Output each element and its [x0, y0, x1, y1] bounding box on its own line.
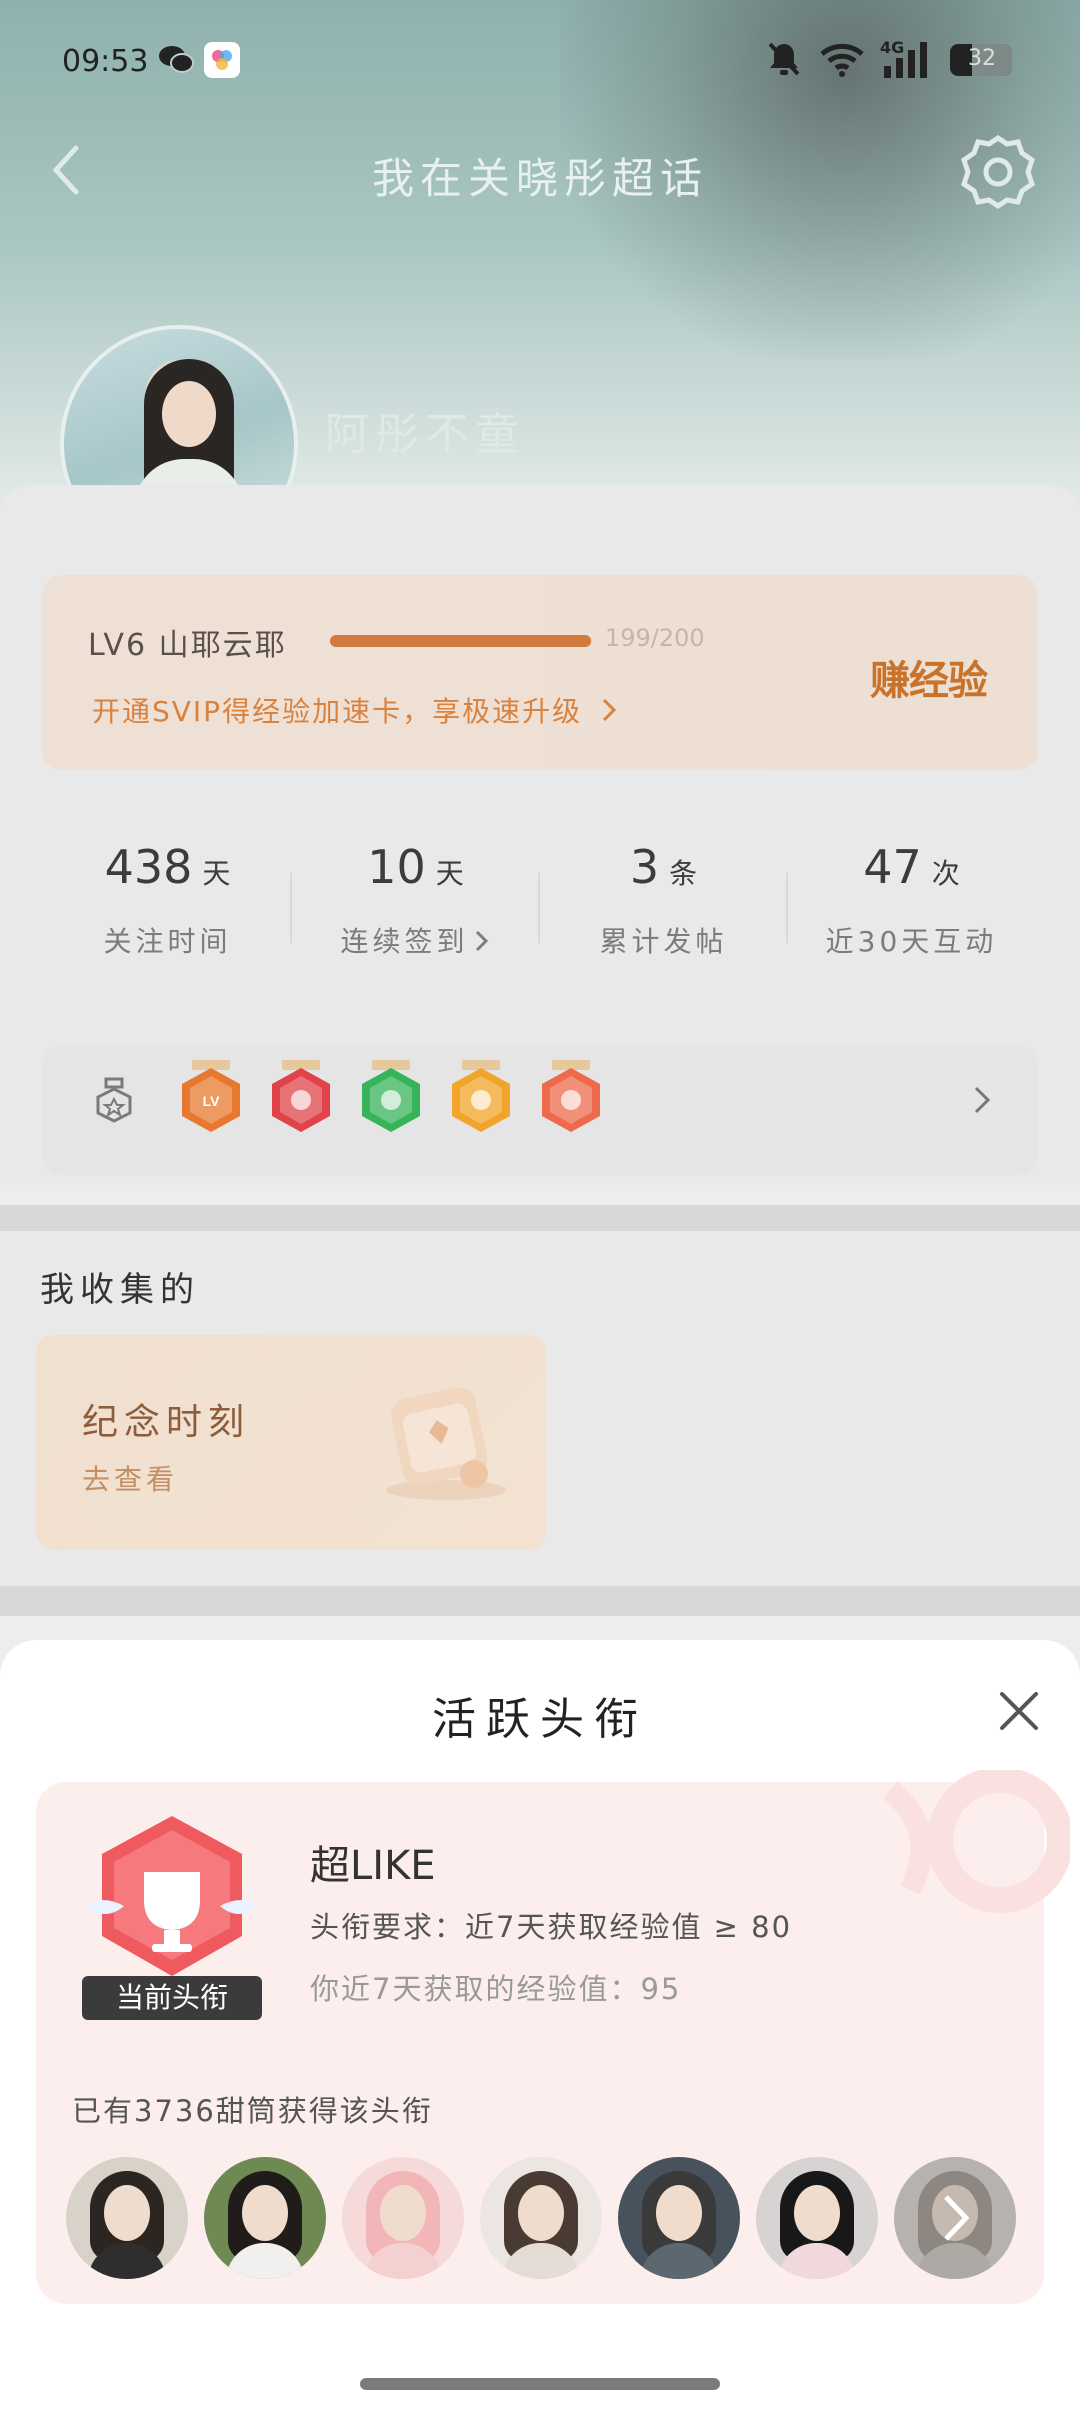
stat-item: 438 天关注时间: [44, 840, 291, 960]
close-icon: [1000, 1692, 1038, 1730]
stat-label: 累计发帖: [599, 925, 728, 958]
collection-title: 我收集的: [40, 1270, 200, 1310]
stat-item: 47 次近30天互动: [788, 840, 1035, 960]
stat-value: 10: [367, 840, 426, 894]
title-owners-count: 已有3736甜筒获得该头衔: [72, 2094, 433, 2128]
close-button[interactable]: [994, 1686, 1044, 1736]
level-label: LV6 山耶云耶: [88, 628, 287, 663]
app-icon: [204, 42, 240, 78]
chevron-right-icon: [974, 1086, 991, 1114]
decorative-shape-icon: [850, 1767, 1073, 1990]
signal-icon: 4G: [880, 38, 938, 84]
owner-avatar[interactable]: [480, 2157, 602, 2279]
section-divider: [0, 1205, 1080, 1231]
my-exp-value: 你近7天获取的经验值：95: [310, 1972, 682, 2006]
wifi-icon: [818, 40, 866, 82]
home-indicator[interactable]: [360, 2378, 720, 2390]
stat-divider: [538, 873, 540, 943]
stat-label: 连续签到: [292, 920, 539, 960]
stat-value: 3: [629, 840, 660, 894]
stat-unit: 次: [931, 857, 960, 890]
settings-button[interactable]: [958, 132, 1038, 212]
svip-promo-link[interactable]: 开通SVIP得经验加速卡，享极速升级: [92, 690, 619, 730]
svip-promo-text: 开通SVIP得经验加速卡，享极速升级: [92, 695, 583, 728]
gesture-medal-icon[interactable]: [538, 1060, 604, 1140]
stat-value: 438: [104, 840, 193, 894]
owner-avatar[interactable]: [756, 2157, 878, 2279]
stat-divider: [290, 873, 292, 943]
page-title: 我在关晓彤超话: [371, 154, 708, 203]
owner-avatar[interactable]: [618, 2157, 740, 2279]
medal-strip-arrow[interactable]: [968, 1080, 998, 1120]
battery-level: 32: [968, 46, 996, 71]
gear-icon: [961, 134, 1035, 210]
current-title-tag: 当前头衔: [82, 1976, 262, 2020]
stat-item[interactable]: 10 天连续签到: [292, 840, 539, 960]
trophy-medal-icon[interactable]: [268, 1060, 334, 1140]
sheet-title: 活跃头衔: [432, 1694, 648, 1745]
stat-value: 47: [863, 840, 922, 894]
lv-medal-icon[interactable]: LV: [178, 1060, 244, 1140]
level-progress-fill: [330, 635, 591, 647]
chevron-right-icon: [475, 930, 488, 952]
owner-avatar[interactable]: [66, 2157, 188, 2279]
title-name: 超LIKE: [310, 1843, 436, 1889]
calendar-icon: [370, 1370, 510, 1510]
stat-unit: 条: [669, 857, 698, 890]
laugh-medal-icon[interactable]: [448, 1060, 514, 1140]
memorial-moment-title: 纪念时刻: [82, 1402, 251, 1443]
network-type: 4G: [880, 38, 905, 57]
title-requirement: 头衔要求：近7天获取经验值 ≥ 80: [310, 1910, 793, 1944]
stat-unit: 天: [202, 857, 231, 890]
hand-medal-icon[interactable]: [358, 1060, 424, 1140]
owner-avatar[interactable]: [342, 2157, 464, 2279]
stat-label: 关注时间: [103, 925, 232, 958]
status-bar: 09:53 4G 32: [0, 0, 1080, 120]
mute-icon: [766, 40, 802, 82]
wechat-icon: [158, 44, 194, 78]
earn-exp-button[interactable]: 赚经验: [870, 648, 988, 706]
stat-item: 3 条累计发帖: [540, 840, 787, 960]
medal-wall-icon: [92, 1075, 136, 1129]
battery-icon: 32: [950, 44, 1012, 76]
stat-unit: 天: [435, 857, 464, 890]
section-divider: [0, 1586, 1080, 1616]
owner-avatar[interactable]: [894, 2157, 1016, 2279]
memorial-moment-link[interactable]: 去查看: [82, 1458, 178, 1498]
chevron-right-icon[interactable]: [894, 2157, 1016, 2279]
status-time: 09:53: [62, 44, 149, 79]
owner-avatar[interactable]: [204, 2157, 326, 2279]
stat-divider: [786, 873, 788, 943]
user-nickname: 阿彤不童: [325, 409, 525, 460]
svg-text:LV: LV: [203, 1093, 221, 1109]
stat-label: 近30天互动: [825, 925, 998, 958]
chevron-right-icon: [602, 698, 617, 722]
level-count: 199/200: [605, 624, 705, 652]
